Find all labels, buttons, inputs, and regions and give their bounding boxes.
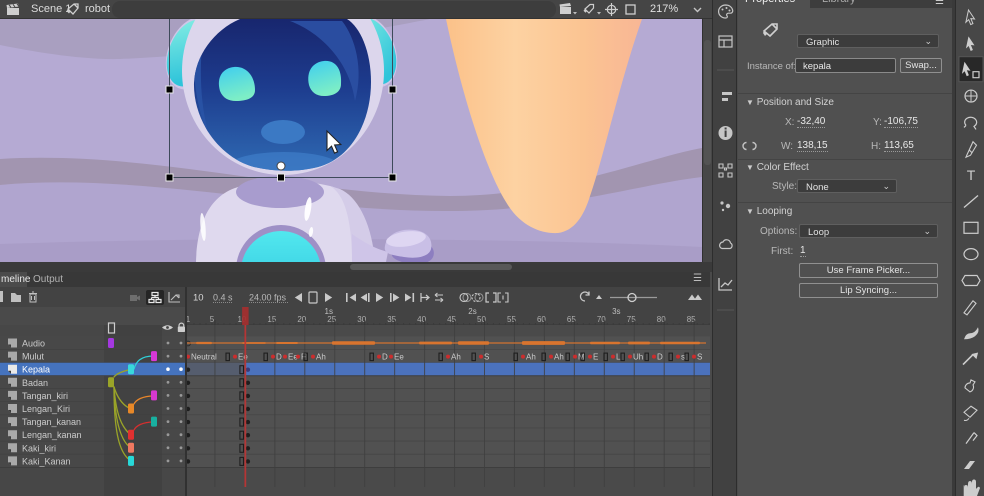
svg-text:Audio: Audio <box>22 339 45 349</box>
svg-text:40: 40 <box>417 315 426 324</box>
svg-text:Ah: Ah <box>554 353 564 362</box>
svg-text:30: 30 <box>357 315 366 324</box>
svg-text:85: 85 <box>687 315 696 324</box>
svg-text:Tangan_kiri: Tangan_kiri <box>22 391 68 401</box>
svg-text:50: 50 <box>477 315 486 324</box>
svg-text:Mulut: Mulut <box>22 352 45 362</box>
svg-text:Kaki_Kanan: Kaki_Kanan <box>22 456 71 466</box>
svg-text:10: 10 <box>193 293 204 304</box>
svg-text:0.4 s: 0.4 s <box>213 293 233 303</box>
svg-text:Kaki_kiri: Kaki_kiri <box>22 443 56 453</box>
svg-text:Ah: Ah <box>316 353 326 362</box>
svg-text:S: S <box>484 353 489 362</box>
svg-text:L: L <box>616 353 621 362</box>
svg-text:Lengan_Kiri: Lengan_Kiri <box>22 404 70 414</box>
svg-text:D: D <box>382 353 388 362</box>
svg-text:1s: 1s <box>325 307 333 316</box>
svg-text:55: 55 <box>507 315 516 324</box>
svg-text:Neutral: Neutral <box>191 353 217 362</box>
svg-text:45: 45 <box>447 315 456 324</box>
svg-text:S: S <box>697 353 702 362</box>
svg-text:s: s <box>681 353 685 362</box>
svg-text:Ah: Ah <box>526 353 536 362</box>
svg-text:5: 5 <box>210 315 215 324</box>
svg-text:Tangan_kanan: Tangan_kanan <box>22 417 81 427</box>
svg-text:65: 65 <box>567 315 576 324</box>
svg-text:60: 60 <box>537 315 546 324</box>
svg-text:15: 15 <box>267 315 276 324</box>
svg-text:T: T <box>967 167 976 183</box>
svg-text:E: E <box>593 353 598 362</box>
svg-text:Ah: Ah <box>451 353 461 362</box>
svg-text:D: D <box>657 353 663 362</box>
svg-text:80: 80 <box>657 315 666 324</box>
svg-text:70: 70 <box>597 315 606 324</box>
svg-text:Ee: Ee <box>394 353 404 362</box>
svg-text:20: 20 <box>297 315 306 324</box>
svg-text:2s: 2s <box>468 307 476 316</box>
svg-text:24.00 fps: 24.00 fps <box>249 293 287 303</box>
svg-text:Uh: Uh <box>633 353 643 362</box>
svg-text:D: D <box>276 353 282 362</box>
svg-text:75: 75 <box>627 315 636 324</box>
svg-text:Kepala: Kepala <box>22 365 50 375</box>
svg-text:Lengan_kanan: Lengan_kanan <box>22 430 82 440</box>
svg-text:3s: 3s <box>612 307 620 316</box>
svg-text:Badan: Badan <box>22 378 48 388</box>
svg-text:35: 35 <box>387 315 396 324</box>
svg-text:25: 25 <box>327 315 336 324</box>
svg-text:Ee: Ee <box>238 353 248 362</box>
